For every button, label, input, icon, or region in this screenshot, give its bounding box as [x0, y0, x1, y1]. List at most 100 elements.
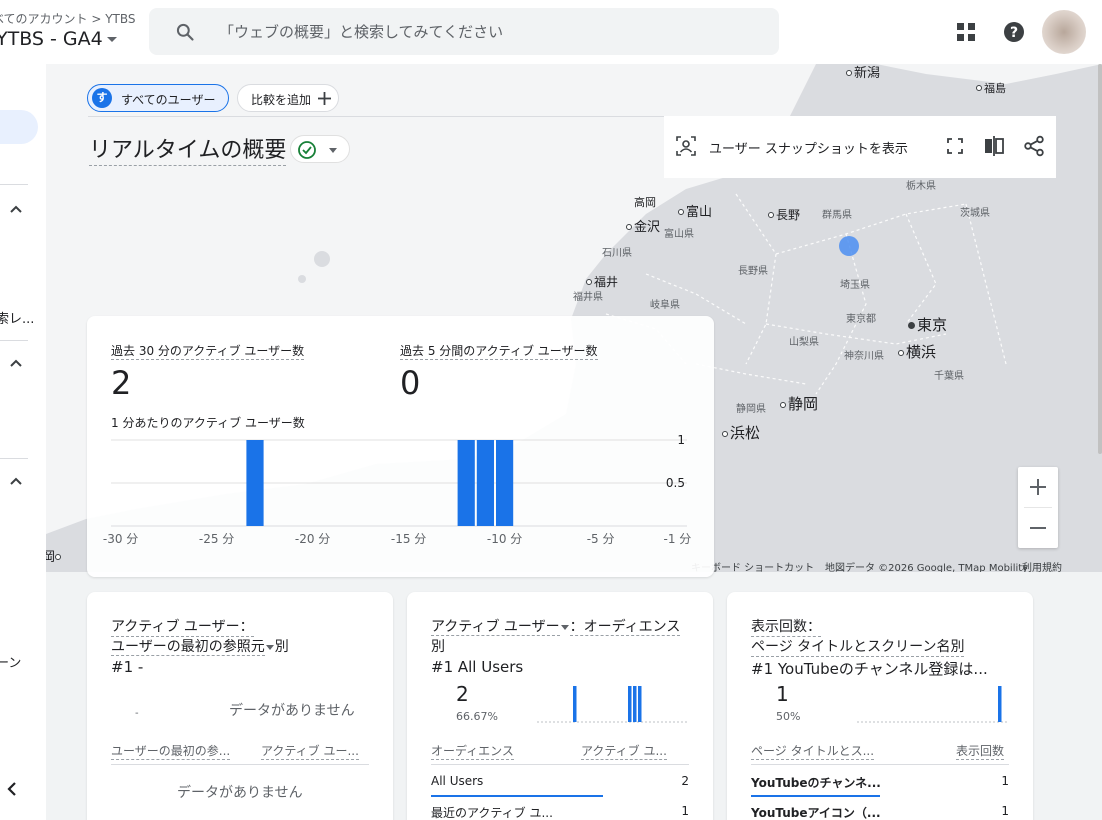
caret-down-icon: [560, 624, 569, 630]
zoom-in-icon[interactable]: [1018, 467, 1058, 507]
column-header[interactable]: アクティブ ユー...: [261, 742, 359, 760]
nav-item-label[interactable]: ーン: [0, 652, 21, 671]
map-city: 浜松: [722, 422, 760, 443]
map-prefecture: 富山県: [664, 229, 694, 240]
title-divider: [88, 116, 666, 117]
top-item: #1 -: [111, 658, 144, 676]
chevron-up-icon[interactable]: [9, 356, 23, 370]
card-title[interactable]: アクティブ ユーザー：: [111, 616, 254, 637]
share-icon[interactable]: [1023, 135, 1045, 157]
zoom-controls: [1018, 467, 1058, 548]
map-city: 東京: [908, 314, 947, 335]
table-row-label[interactable]: All Users: [431, 774, 483, 788]
scrollbar[interactable]: [1098, 64, 1102, 454]
metric-5min-label[interactable]: 過去 5 分間のアクティブ ユーザー数: [400, 342, 598, 360]
map-prefecture: 群馬県: [822, 210, 852, 221]
card-subtitle[interactable]: ページ タイトルとスクリーン名別: [751, 636, 965, 657]
compare-icon[interactable]: [983, 135, 1005, 157]
fullscreen-icon[interactable]: [944, 135, 966, 157]
caret-down-icon: [265, 644, 274, 650]
left-nav: 索レ... ーン: [0, 64, 46, 820]
card-audience: アクティブ ユーザー ：オーディエンス 別 #1 All Users 2 66.6…: [407, 592, 713, 820]
map-prefecture: 茨城県: [960, 208, 990, 219]
sparkline-bar: [628, 686, 632, 722]
plus-icon: [318, 92, 331, 105]
top-item-percent: 50%: [776, 710, 801, 723]
x-tick-label: -5 分: [587, 532, 615, 546]
segment-chip[interactable]: す すべてのユーザー: [87, 84, 229, 112]
terms-link[interactable]: 利用規約: [1022, 559, 1062, 572]
map-city: 福島: [976, 80, 1006, 96]
map-prefecture: 千葉県: [934, 371, 964, 382]
table-row-label[interactable]: YouTubeアイコン（...: [751, 804, 881, 820]
caret-down-icon: [106, 37, 117, 42]
add-comparison-button[interactable]: 比較を追加: [237, 84, 339, 112]
sparkline-bar: [633, 686, 637, 722]
map-city: 岡: [46, 546, 63, 565]
nav-divider: [0, 458, 28, 459]
chart-bar: [476, 440, 494, 526]
table-row-value: 1: [1001, 774, 1009, 788]
no-data-message: データがありません: [229, 703, 355, 719]
chevron-up-icon[interactable]: [9, 474, 23, 488]
x-tick-label: -25 分: [199, 532, 234, 546]
card-subtitle[interactable]: ユーザーの最初の参照元別: [111, 636, 289, 656]
segment-badge: す: [92, 88, 112, 108]
table-row-value: 1: [681, 804, 689, 818]
nav-item-active[interactable]: [0, 110, 38, 144]
segment-label: すべてのユーザー: [121, 93, 216, 107]
card-subtitle: 別: [431, 639, 445, 655]
data-quality-chip[interactable]: [290, 135, 350, 163]
chevron-up-icon[interactable]: [9, 202, 23, 216]
sparkline-bar: [638, 686, 642, 722]
nav-divider: [0, 184, 28, 185]
metric-30min-value: 2: [111, 364, 132, 402]
user-location-marker[interactable]: [839, 236, 859, 256]
table-row-label[interactable]: YouTubeのチャンネ...: [751, 774, 881, 791]
map-prefecture: 静岡県: [736, 404, 766, 415]
chart-bar: [457, 440, 475, 526]
card-title[interactable]: 表示回数：: [751, 616, 821, 637]
property-selector[interactable]: YTBS - GA4: [0, 28, 117, 50]
map-prefecture: 栃木県: [906, 181, 936, 192]
per-minute-bar-chart[interactable]: 1 0.5 -30 分 -25 分 -20 分 -15 分 -10 分 -5 分 -1 分: [87, 426, 714, 556]
top-item-value: 2: [456, 682, 469, 706]
x-tick-label: -30 分: [103, 532, 138, 546]
sparkline-bar: [573, 686, 577, 722]
metric-5min-value: 0: [400, 364, 421, 402]
chevron-left-icon[interactable]: [5, 780, 19, 798]
snapshot-icon[interactable]: [676, 136, 696, 156]
map-city: 高岡: [634, 196, 656, 209]
help-icon[interactable]: ?: [1003, 21, 1025, 43]
card-page-views: 表示回数： ページ タイトルとスクリーン名別 #1 YouTubeのチャンネル登…: [727, 592, 1033, 820]
chart-bar: [246, 440, 264, 526]
x-tick-label: -20 分: [295, 532, 330, 546]
x-tick-label: -10 分: [487, 532, 522, 546]
column-header[interactable]: 表示回数: [956, 742, 1005, 760]
account-breadcrumb[interactable]: べてのアカウント > YTBS: [0, 10, 136, 27]
metric-30min-label[interactable]: 過去 30 分のアクティブ ユーザー数: [111, 342, 305, 360]
column-header[interactable]: ページ タイトルとス...: [751, 742, 875, 760]
map-city: 長野: [768, 206, 800, 223]
x-tick-label: -1 分: [664, 532, 692, 546]
column-header[interactable]: オーディエンス: [431, 742, 514, 760]
column-header[interactable]: ユーザーの最初の参...: [111, 742, 231, 760]
table-row-value: 1: [1001, 804, 1009, 818]
chart-bar: [496, 440, 514, 526]
zoom-out-icon[interactable]: [1018, 508, 1058, 548]
check-circle-icon: [298, 141, 316, 159]
search-bar[interactable]: 「ウェブの概要」と検索してみてください: [149, 8, 779, 55]
top-item-value: -: [135, 708, 139, 719]
report-toolbar: ユーザー スナップショットを表示: [664, 116, 1056, 178]
table-row-label[interactable]: 最近のアクティブ ユ...: [431, 804, 553, 820]
card-title[interactable]: アクティブ ユーザー ：オーディエンス: [431, 616, 681, 636]
y-tick-label: 0.5: [666, 476, 685, 490]
x-tick-label: -15 分: [391, 532, 426, 546]
y-tick-label: 1: [677, 433, 685, 447]
column-header[interactable]: アクティブ ユ...: [581, 742, 667, 760]
account-avatar[interactable]: [1042, 10, 1086, 54]
map-city: 静岡: [780, 393, 818, 414]
apps-icon[interactable]: [956, 22, 976, 42]
user-snapshot-button[interactable]: ユーザー スナップショットを表示: [709, 138, 908, 157]
nav-item-label[interactable]: 索レ...: [0, 308, 34, 327]
